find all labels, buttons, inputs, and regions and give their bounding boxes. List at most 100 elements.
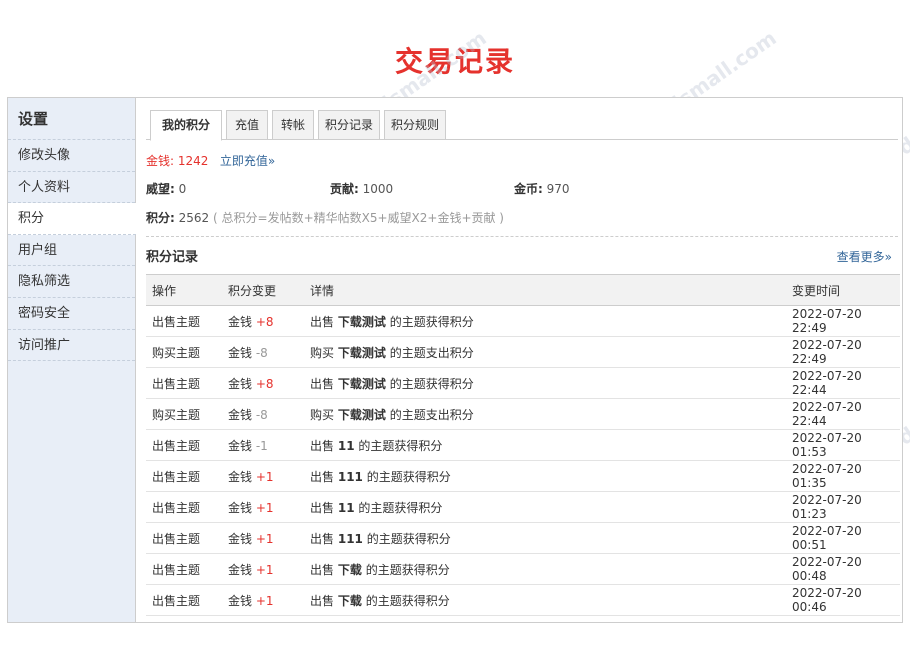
- row-subject-link[interactable]: 下载测试: [338, 346, 386, 360]
- row-verb: 出售: [310, 500, 335, 515]
- row-detail: 出售 111 的主题获得积分: [310, 460, 792, 492]
- row-delta: -8: [255, 345, 268, 360]
- row-currency: 金钱: [228, 376, 253, 391]
- row-tail: 的主题获得积分: [365, 593, 450, 608]
- row-currency: 金钱: [228, 562, 253, 577]
- sidebar-item-privacy[interactable]: 隐私筛选: [8, 266, 135, 298]
- row-time: 2022-07-20 22:44: [792, 398, 900, 430]
- row-subject-link[interactable]: 下载: [338, 563, 362, 577]
- table-row: 出售主题 金钱 +8 出售 下载测试 的主题获得积分 2022-07-20 22:44: [146, 367, 900, 399]
- section-title: 积分记录: [146, 250, 199, 265]
- row-subject-link[interactable]: 下载测试: [338, 408, 386, 422]
- sidebar-item-credits[interactable]: 积分: [8, 203, 136, 235]
- row-time: 2022-07-20 00:46: [792, 584, 900, 616]
- row-time: 2022-07-20 22:44: [792, 367, 900, 399]
- row-detail: 出售 下载测试 的主题获得积分: [310, 367, 792, 399]
- row-tail: 的主题支出积分: [389, 345, 474, 360]
- sidebar-item-password[interactable]: 密码安全: [8, 298, 135, 330]
- row-change: 金钱 +1: [228, 491, 310, 523]
- row-delta: +1: [255, 562, 274, 577]
- table-row: 出售主题 金钱 +1 出售 111 的主题获得积分 2022-07-20 00:51: [146, 522, 900, 554]
- table-row: 出售主题 金钱 +1 出售 111 的主题获得积分 2022-07-20 01:35: [146, 460, 900, 492]
- row-tail: 的主题获得积分: [366, 469, 451, 484]
- row-tail: 的主题获得积分: [358, 438, 443, 453]
- row-change: 金钱 +1: [228, 460, 310, 492]
- row-verb: 购买: [310, 345, 335, 360]
- row-verb: 出售: [310, 438, 335, 453]
- row-tail: 的主题获得积分: [365, 562, 450, 577]
- tab-credit-log[interactable]: 积分记录: [318, 110, 380, 140]
- coin-stat: 金币: 970: [514, 180, 570, 197]
- tab-recharge[interactable]: 充值: [226, 110, 268, 140]
- row-action: 出售主题: [146, 460, 228, 492]
- row-tail: 的主题获得积分: [389, 314, 474, 329]
- gold-label: 金钱:: [146, 154, 175, 168]
- tab-my-credits[interactable]: 我的积分: [150, 110, 222, 141]
- row-detail: 出售 下载 的主题获得积分: [310, 584, 792, 616]
- row-currency: 金钱: [228, 531, 253, 546]
- table-row: 出售主题 金钱 +1 出售 下载 的主题获得积分 2022-07-20 00:46: [146, 584, 900, 616]
- coin-label: 金币:: [514, 182, 543, 196]
- sidebar: 设置 修改头像 个人资料 积分 用户组 隐私筛选 密码安全 访问推广: [8, 98, 136, 622]
- row-detail: 购买 下载测试 的主题支出积分: [310, 336, 792, 368]
- divider: [146, 236, 898, 237]
- row-subject-link[interactable]: 111: [338, 470, 363, 484]
- column-header-change: 积分变更: [228, 274, 310, 306]
- sidebar-item-avatar[interactable]: 修改头像: [8, 140, 135, 172]
- column-header-time: 变更时间: [792, 274, 900, 306]
- row-verb: 出售: [310, 314, 335, 329]
- credit-log-table: 操作 积分变更 详情 变更时间 出售主题 金钱 +8 出售 下载测试 的主题获得积分…: [146, 274, 900, 616]
- sidebar-item-promotion[interactable]: 访问推广: [8, 330, 135, 362]
- row-action: 出售主题: [146, 367, 228, 399]
- row-delta: +1: [255, 469, 274, 484]
- row-action: 出售主题: [146, 429, 228, 461]
- table-row: 出售主题 金钱 +1 出售 下载 的主题获得积分 2022-07-20 00:48: [146, 553, 900, 585]
- main-content: 我的积分 充值 转帐 积分记录 积分规则 金钱: 1242 立即充值» 威望: …: [146, 98, 900, 622]
- prestige-value: 0: [178, 182, 187, 196]
- contribution-value: 1000: [362, 182, 394, 196]
- table-row: 出售主题 金钱 +8 出售 下载测试 的主题获得积分 2022-07-20 22:49: [146, 305, 900, 337]
- row-subject-link[interactable]: 下载测试: [338, 315, 386, 329]
- contribution-stat: 贡献: 1000: [330, 180, 393, 197]
- table-row: 出售主题 金钱 +1 出售 11 的主题获得积分 2022-07-20 01:23: [146, 491, 900, 523]
- row-currency: 金钱: [228, 500, 253, 515]
- view-more-link[interactable]: 查看更多»: [837, 248, 892, 265]
- total-value: 2562: [178, 211, 210, 225]
- row-change: 金钱 +8: [228, 305, 310, 337]
- row-verb: 购买: [310, 407, 335, 422]
- row-detail: 出售 111 的主题获得积分: [310, 522, 792, 554]
- gold-value: 1242: [177, 154, 209, 168]
- row-verb: 出售: [310, 531, 335, 546]
- prestige-stat: 威望: 0: [146, 180, 186, 197]
- table-row: 购买主题 金钱 -8 购买 下载测试 的主题支出积分 2022-07-20 22:49: [146, 336, 900, 368]
- row-currency: 金钱: [228, 469, 253, 484]
- row-change: 金钱 -1: [228, 429, 310, 461]
- column-header-action: 操作: [146, 274, 228, 306]
- row-subject-link[interactable]: 下载: [338, 594, 362, 608]
- tab-transfer[interactable]: 转帐: [272, 110, 314, 140]
- row-delta: +1: [255, 500, 274, 515]
- row-subject-link[interactable]: 11: [338, 501, 355, 515]
- row-time: 2022-07-20 01:53: [792, 429, 900, 461]
- table-row: 出售主题 金钱 -1 出售 11 的主题获得积分 2022-07-20 01:53: [146, 429, 900, 461]
- row-time: 2022-07-20 00:51: [792, 522, 900, 554]
- recharge-link[interactable]: 立即充值»: [220, 154, 275, 168]
- sidebar-item-profile[interactable]: 个人资料: [8, 172, 135, 204]
- sidebar-item-usergroup[interactable]: 用户组: [8, 235, 135, 267]
- row-subject-link[interactable]: 下载测试: [338, 377, 386, 391]
- row-action: 出售主题: [146, 584, 228, 616]
- row-currency: 金钱: [228, 314, 253, 329]
- row-currency: 金钱: [228, 345, 253, 360]
- row-verb: 出售: [310, 376, 335, 391]
- settings-panel: 设置 修改头像 个人资料 积分 用户组 隐私筛选 密码安全 访问推广 我的积分 …: [7, 97, 903, 623]
- tab-credit-rules[interactable]: 积分规则: [384, 110, 446, 140]
- row-action: 出售主题: [146, 305, 228, 337]
- row-currency: 金钱: [228, 593, 253, 608]
- row-subject-link[interactable]: 11: [338, 439, 355, 453]
- row-subject-link[interactable]: 111: [338, 532, 363, 546]
- row-time: 2022-07-20 01:23: [792, 491, 900, 523]
- row-action: 出售主题: [146, 522, 228, 554]
- row-action: 购买主题: [146, 336, 228, 368]
- column-header-detail: 详情: [310, 274, 792, 306]
- row-time: 2022-07-20 22:49: [792, 305, 900, 337]
